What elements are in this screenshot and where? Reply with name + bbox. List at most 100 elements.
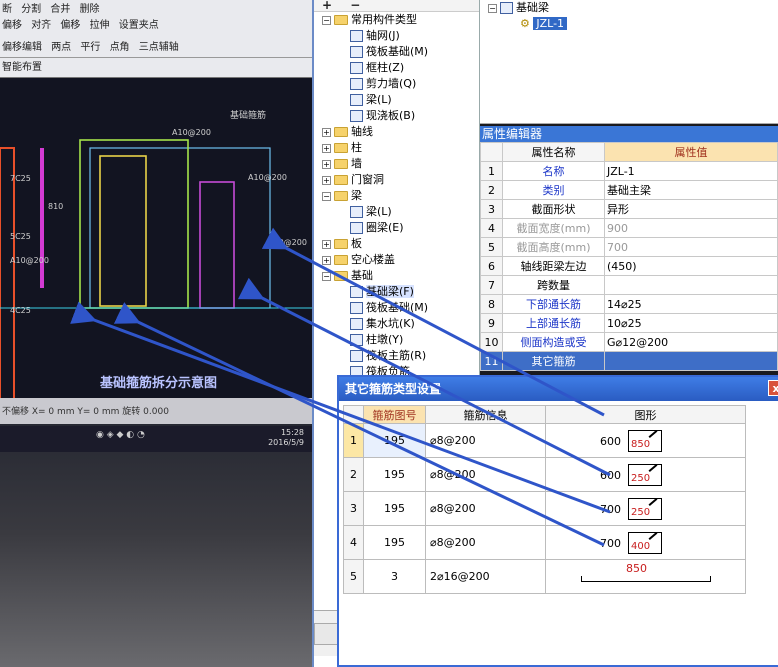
remove-icon[interactable]: − <box>350 0 360 12</box>
property-table: 属性名称 属性值 1 名称 JZL-1 2 类别 基础主梁 3 截面形状 异形 4 截面宽度(mm)… <box>480 142 778 371</box>
stirrup-code-cell[interactable]: 195 <box>363 491 426 526</box>
tree-node[interactable]: 圈梁(E) <box>314 220 479 236</box>
collapse-icon[interactable]: − <box>322 191 331 201</box>
tree-node[interactable]: 基础梁(F) <box>314 284 479 300</box>
property-row[interactable]: 7 跨数量 <box>480 275 778 295</box>
property-row[interactable]: 5 截面高度(mm) 700 <box>480 237 778 257</box>
tree-node[interactable]: 梁(L) <box>314 92 479 108</box>
stirrup-row[interactable]: 2 195 ⌀8@200 600 250 <box>343 457 746 492</box>
toolbar-text: 拉伸 <box>89 20 110 31</box>
component-group-foundation-beam[interactable]: − 基础梁 <box>480 0 778 16</box>
stirrup-code-cell[interactable]: 195 <box>363 457 426 492</box>
expand-icon[interactable]: + <box>322 143 331 153</box>
property-value[interactable]: 700 <box>604 237 778 257</box>
property-value[interactable]: 14⌀25 <box>604 294 778 314</box>
component-item-jzl1[interactable]: ⚙ JZL-1 <box>480 16 778 32</box>
raft-foundation-icon <box>350 302 363 314</box>
stirrup-code-cell[interactable]: 195 <box>363 423 426 458</box>
stirrup-row[interactable]: 1 195 ⌀8@200 600 850 <box>343 423 746 458</box>
collapse-icon[interactable]: − <box>488 3 497 13</box>
tree-nodes: − 常用构件类型 轴网(J) 筏板基础(M) 框柱(Z) 剪力墙(Q) 梁(L) 现浇板(B)… <box>314 12 479 380</box>
tree-node[interactable]: 集水坑(K) <box>314 316 479 332</box>
expand-icon[interactable]: + <box>322 255 331 265</box>
stirrup-code-cell[interactable]: 3 <box>363 559 426 594</box>
foundation-beam-icon <box>500 2 513 14</box>
property-value[interactable] <box>604 351 778 371</box>
stirrup-row[interactable]: 4 195 ⌀8@200 700 400 <box>343 525 746 560</box>
row-number: 4 <box>480 218 503 238</box>
stirrup-info-cell[interactable]: ⌀8@200 <box>425 491 546 526</box>
shape-cell[interactable]: 700 400 <box>545 525 746 560</box>
property-name: 轴线距梁左边 <box>502 256 605 276</box>
row-number: 3 <box>343 491 364 526</box>
tree-node[interactable]: − 梁 <box>314 188 479 204</box>
shape-cell[interactable]: 700 250 <box>545 491 746 526</box>
property-row[interactable]: 8 下部通长筋 14⌀25 <box>480 294 778 314</box>
property-row[interactable]: 1 名称 JZL-1 <box>480 161 778 181</box>
collapse-icon[interactable]: − <box>322 15 331 25</box>
tree-node[interactable]: − 基础 <box>314 268 479 284</box>
tree-node[interactable]: + 柱 <box>314 140 479 156</box>
tree-node[interactable]: 筏板基础(M) <box>314 44 479 60</box>
shape-cell[interactable]: 850 <box>545 559 746 594</box>
stirrup-code-cell[interactable]: 195 <box>363 525 426 560</box>
stirrup-row[interactable]: 5 3 2⌀16@200 850 <box>343 559 746 594</box>
property-value[interactable]: 10⌀25 <box>604 313 778 333</box>
property-name: 下部通长筋 <box>502 294 605 314</box>
dialog-title-bar[interactable]: 其它箍筋类型设置 x <box>339 377 778 401</box>
tree-node-label: 板 <box>351 237 362 250</box>
tree-node[interactable]: + 板 <box>314 236 479 252</box>
property-row[interactable]: 6 轴线距梁左边 (450) <box>480 256 778 276</box>
property-value[interactable] <box>604 275 778 295</box>
stirrup-info-cell[interactable]: ⌀8@200 <box>425 423 546 458</box>
tree-node[interactable]: + 轴线 <box>314 124 479 140</box>
property-row[interactable]: 4 截面宽度(mm) 900 <box>480 218 778 238</box>
property-value[interactable]: 900 <box>604 218 778 238</box>
property-value[interactable]: (450) <box>604 256 778 276</box>
property-row[interactable]: 9 上部通长筋 10⌀25 <box>480 313 778 333</box>
tree-node[interactable]: 现浇板(B) <box>314 108 479 124</box>
clock-time: 15:28 <box>280 428 304 437</box>
shape-cell[interactable]: 600 250 <box>545 457 746 492</box>
column-section <box>0 147 15 398</box>
tree-node[interactable]: 轴网(J) <box>314 28 479 44</box>
tree-node[interactable]: 柱墩(Y) <box>314 332 479 348</box>
dim-label: 4C25 <box>10 306 31 315</box>
property-row[interactable]: 2 类别 基础主梁 <box>480 180 778 200</box>
tree-node[interactable]: 筏板主筋(R) <box>314 348 479 364</box>
shape-cell[interactable]: 600 850 <box>545 423 746 458</box>
expand-icon[interactable]: + <box>322 175 331 185</box>
expand-icon[interactable]: + <box>322 127 331 137</box>
stirrup-row[interactable]: 3 195 ⌀8@200 700 250 <box>343 491 746 526</box>
tree-node[interactable]: 剪力墙(Q) <box>314 76 479 92</box>
close-icon[interactable]: x <box>768 380 778 396</box>
stirrup-info-cell[interactable]: 2⌀16@200 <box>425 559 546 594</box>
property-row[interactable]: 10 侧面构造或受 G⌀12@200 <box>480 332 778 352</box>
tree-node[interactable]: + 空心楼盖 <box>314 252 479 268</box>
property-value[interactable]: 基础主梁 <box>604 180 778 200</box>
tree-node[interactable]: − 常用构件类型 <box>314 12 479 28</box>
shape-height: 250 <box>631 507 651 518</box>
property-value[interactable]: G⌀12@200 <box>604 332 778 352</box>
folder-icon <box>334 159 348 169</box>
property-row[interactable]: 11 其它箍筋 <box>480 351 778 371</box>
tree-node[interactable]: 框柱(Z) <box>314 60 479 76</box>
property-row[interactable]: 3 截面形状 异形 <box>480 199 778 219</box>
tree-node-label: 集水坑(K) <box>366 317 415 330</box>
add-icon[interactable]: + <box>322 0 332 12</box>
property-value[interactable]: JZL-1 <box>604 161 778 181</box>
tree-node[interactable]: + 门窗洞 <box>314 172 479 188</box>
expand-icon[interactable]: + <box>322 239 331 249</box>
expand-icon[interactable]: + <box>322 159 331 169</box>
folder-icon <box>334 191 348 201</box>
tree-node[interactable]: 筏板基础(M) <box>314 300 479 316</box>
collapse-icon[interactable]: − <box>322 271 331 281</box>
property-value[interactable]: 异形 <box>604 199 778 219</box>
tree-node[interactable]: 梁(L) <box>314 204 479 220</box>
stirrup-info-cell[interactable]: ⌀8@200 <box>425 525 546 560</box>
tree-node-label: 门窗洞 <box>351 173 384 186</box>
tree-node-label: 现浇板(B) <box>366 109 416 122</box>
tree-node[interactable]: + 墙 <box>314 156 479 172</box>
stirrup-info-cell[interactable]: ⌀8@200 <box>425 457 546 492</box>
stirrup-shape: 850 <box>628 430 662 452</box>
